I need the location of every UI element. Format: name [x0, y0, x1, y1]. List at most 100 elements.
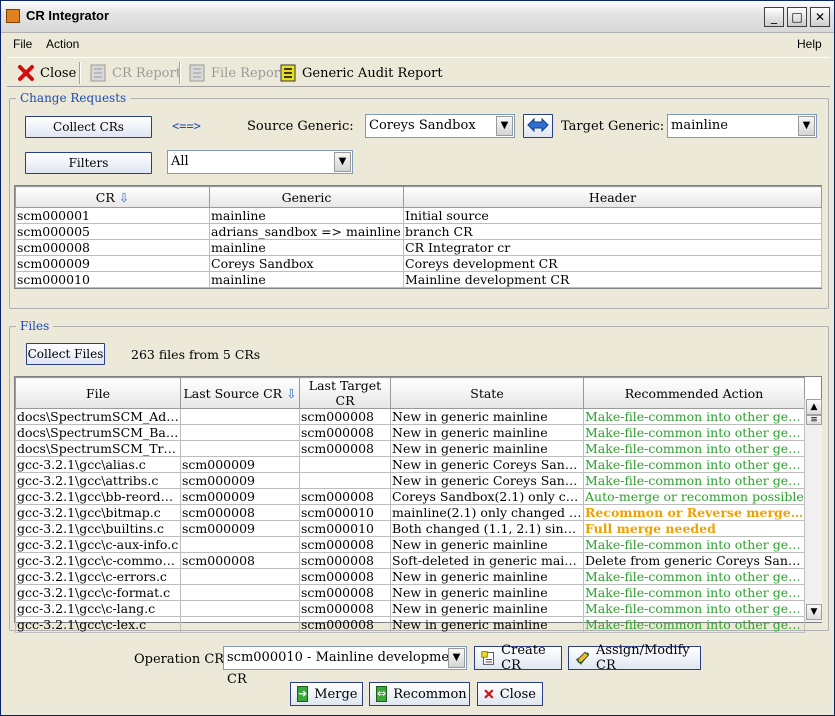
table-row[interactable]: docs\SpectrumSCM_Adva... scm000008 New in … [15, 408, 805, 425]
file-cell: docs\SpectrumSCM_Traini... [15, 440, 181, 457]
recommended-action-cell: Auto-merge or recommon possible [583, 488, 805, 505]
table-row[interactable]: docs\SpectrumSCM_Basic... scm000008 New in… [15, 424, 805, 441]
assign-modify-cr-button[interactable]: Assign/Modify CR [568, 643, 701, 673]
state-cell: mainline(2.1) only changed since ... [390, 504, 584, 521]
last-target-cr-cell: scm000008 [299, 584, 391, 601]
scroll-thumb[interactable]: ≡ [806, 415, 822, 425]
source-generic-select[interactable]: Coreys Sandbox ▼ [365, 114, 515, 138]
state-cell: New in generic mainline [390, 424, 584, 441]
toolbar-close-button[interactable]: Close [17, 62, 76, 84]
recommended-action-cell: Recommon or Reverse merge nee... [583, 504, 805, 521]
state-cell: New in generic mainline [390, 584, 584, 601]
file-cell: gcc-3.2.1\gcc\alias.c [15, 456, 181, 473]
recommended-action-cell: Make-file-common into other generic [583, 408, 805, 425]
assign-modify-cr-label: Assign/Modify CR [596, 643, 690, 673]
recommended-action-cell: Make-file-common into other generic [583, 424, 805, 441]
table-row[interactable]: gcc-3.2.1\gcc\c-errors.c scm000008 New in … [15, 568, 805, 585]
state-cell: New in generic mainline [390, 536, 584, 553]
state-cell: Soft-deleted in generic mainline [390, 552, 584, 569]
column-header-generic[interactable]: Generic [209, 186, 404, 208]
scroll-down-icon[interactable]: ▼ [806, 604, 822, 620]
chevron-down-icon: ▼ [448, 648, 465, 668]
recommended-action-cell: Make-file-common into other generic [583, 568, 805, 585]
create-cr-button[interactable]: Create CR [474, 643, 562, 673]
merge-button[interactable]: ➜ Merge [290, 682, 363, 706]
menu-help[interactable]: Help [797, 37, 822, 51]
collect-files-button[interactable]: Collect Files [26, 343, 105, 365]
table-row[interactable]: gcc-3.2.1\gcc\c-common.c scm000008 scm0000… [15, 552, 805, 569]
scroll-up-icon[interactable]: ▲ [806, 399, 822, 415]
table-row[interactable]: scm000008 mainline CR Integrator cr [15, 239, 822, 256]
maximize-button[interactable]: □ [787, 7, 807, 27]
last-target-cr-cell: scm000008 [299, 536, 391, 553]
generic-cell: Coreys Sandbox [209, 255, 404, 272]
filter-select[interactable]: All ▼ [167, 150, 353, 174]
column-header-recommended-action[interactable]: Recommended Action [583, 377, 805, 409]
swap-generics-button[interactable] [523, 114, 553, 138]
column-header-file[interactable]: File [15, 377, 181, 409]
last-source-cr-cell [180, 616, 300, 633]
last-source-cr-cell [180, 536, 300, 553]
close-window-button[interactable]: ✕ [810, 7, 830, 27]
file-cell: docs\SpectrumSCM_Basic... [15, 424, 181, 441]
file-cell: gcc-3.2.1\gcc\bb-reorder.c [15, 488, 181, 505]
table-row[interactable]: gcc-3.2.1\gcc\c-lex.c scm000008 New in gen… [15, 616, 805, 633]
table-row[interactable]: gcc-3.2.1\gcc\builtins.c scm000009 scm0000… [15, 520, 805, 537]
cr-cell: scm000001 [15, 207, 210, 224]
table-row[interactable]: scm000009 Coreys Sandbox Coreys developmen… [15, 255, 822, 272]
close-button[interactable]: Close [477, 682, 543, 706]
table-row[interactable]: gcc-3.2.1\gcc\alias.c scm000009 New in gen… [15, 456, 805, 473]
title-bar: CR Integrator _ □ ✕ [1, 1, 834, 33]
chevron-down-icon: ▼ [334, 152, 351, 172]
table-row[interactable]: gcc-3.2.1\gcc\bb-reorder.c scm000009 scm00… [15, 488, 805, 505]
files-summary: 263 files from 5 CRs [131, 347, 261, 362]
minimize-button[interactable]: _ [764, 7, 784, 27]
table-row[interactable]: docs\SpectrumSCM_Traini... scm000008New i… [15, 440, 805, 457]
merge-label: Merge [314, 686, 358, 702]
filter-value: All [171, 154, 189, 169]
state-cell: New in generic Coreys Sandbox [390, 472, 584, 489]
sort-down-icon: ⇩ [118, 189, 130, 205]
column-header-cr[interactable]: CR ⇩ [15, 186, 210, 208]
toolbar-cr-report-label: CR Report [112, 65, 181, 81]
table-row[interactable]: gcc-3.2.1\gcc\c-format.c scm000008 New in … [15, 584, 805, 601]
menu-file[interactable]: File [13, 37, 32, 51]
last-target-cr-cell: scm000008 [299, 488, 391, 505]
table-row[interactable]: scm000010 mainline Mainline development CR [15, 271, 822, 288]
toolbar-file-report-button[interactable]: File Report [188, 62, 285, 84]
menu-action[interactable]: Action [46, 37, 79, 51]
report-icon [188, 64, 206, 82]
cr-header-label: CR [95, 189, 115, 205]
table-row[interactable]: gcc-3.2.1\gcc\c-lang.c scm000008 New in ge… [15, 600, 805, 617]
column-header-last-target-cr[interactable]: Last Target CR [299, 377, 391, 409]
toolbar-cr-report-button[interactable]: CR Report [89, 62, 181, 84]
file-cell: gcc-3.2.1\gcc\c-common.c [15, 552, 181, 569]
toolbar-separator [179, 62, 181, 84]
table-row[interactable]: scm000005 adrians_sandbox => mainline bran… [15, 223, 822, 240]
last-source-cr-cell: scm000009 [180, 456, 300, 473]
last-source-cr-cell [180, 408, 300, 425]
app-icon [6, 9, 20, 23]
target-generic-select[interactable]: mainline ▼ [667, 114, 817, 138]
column-header-last-source-cr[interactable]: Last Source CR ⇩ [180, 377, 300, 409]
recommon-button[interactable]: ⇔ Recommon [369, 682, 470, 706]
column-header-state[interactable]: State [390, 377, 584, 409]
file-cell: gcc-3.2.1\gcc\c-lang.c [15, 600, 181, 617]
filters-button[interactable]: Filters [25, 152, 152, 174]
table-row[interactable]: gcc-3.2.1\gcc\bitmap.c scm000008 scm000010… [15, 504, 805, 521]
table-row[interactable]: scm000001 mainline Initial source [15, 207, 822, 224]
column-header-header[interactable]: Header [403, 186, 822, 208]
operation-cr-select[interactable]: scm000010 - Mainline development CR ▼ [223, 646, 467, 687]
window-title: CR Integrator [26, 8, 110, 23]
last-target-cr-cell: scm000008 [299, 424, 391, 441]
files-scrollbar[interactable]: ▲ ≡ ▼ [804, 399, 822, 622]
red-x-icon [484, 689, 494, 699]
table-row[interactable]: gcc-3.2.1\gcc\c-aux-info.c scm000008 New i… [15, 536, 805, 553]
source-generic-label: Source Generic: [247, 119, 354, 134]
chevron-down-icon: ▼ [798, 116, 815, 136]
collect-crs-button[interactable]: Collect CRs [25, 116, 152, 138]
toolbar-close-label: Close [40, 65, 77, 81]
table-row[interactable]: gcc-3.2.1\gcc\attribs.c scm000009 New in g… [15, 472, 805, 489]
cr-integrator-window: CR Integrator _ □ ✕ File Action Help Clo… [0, 0, 835, 716]
toolbar-generic-audit-button[interactable]: Generic Audit Report [279, 62, 443, 84]
